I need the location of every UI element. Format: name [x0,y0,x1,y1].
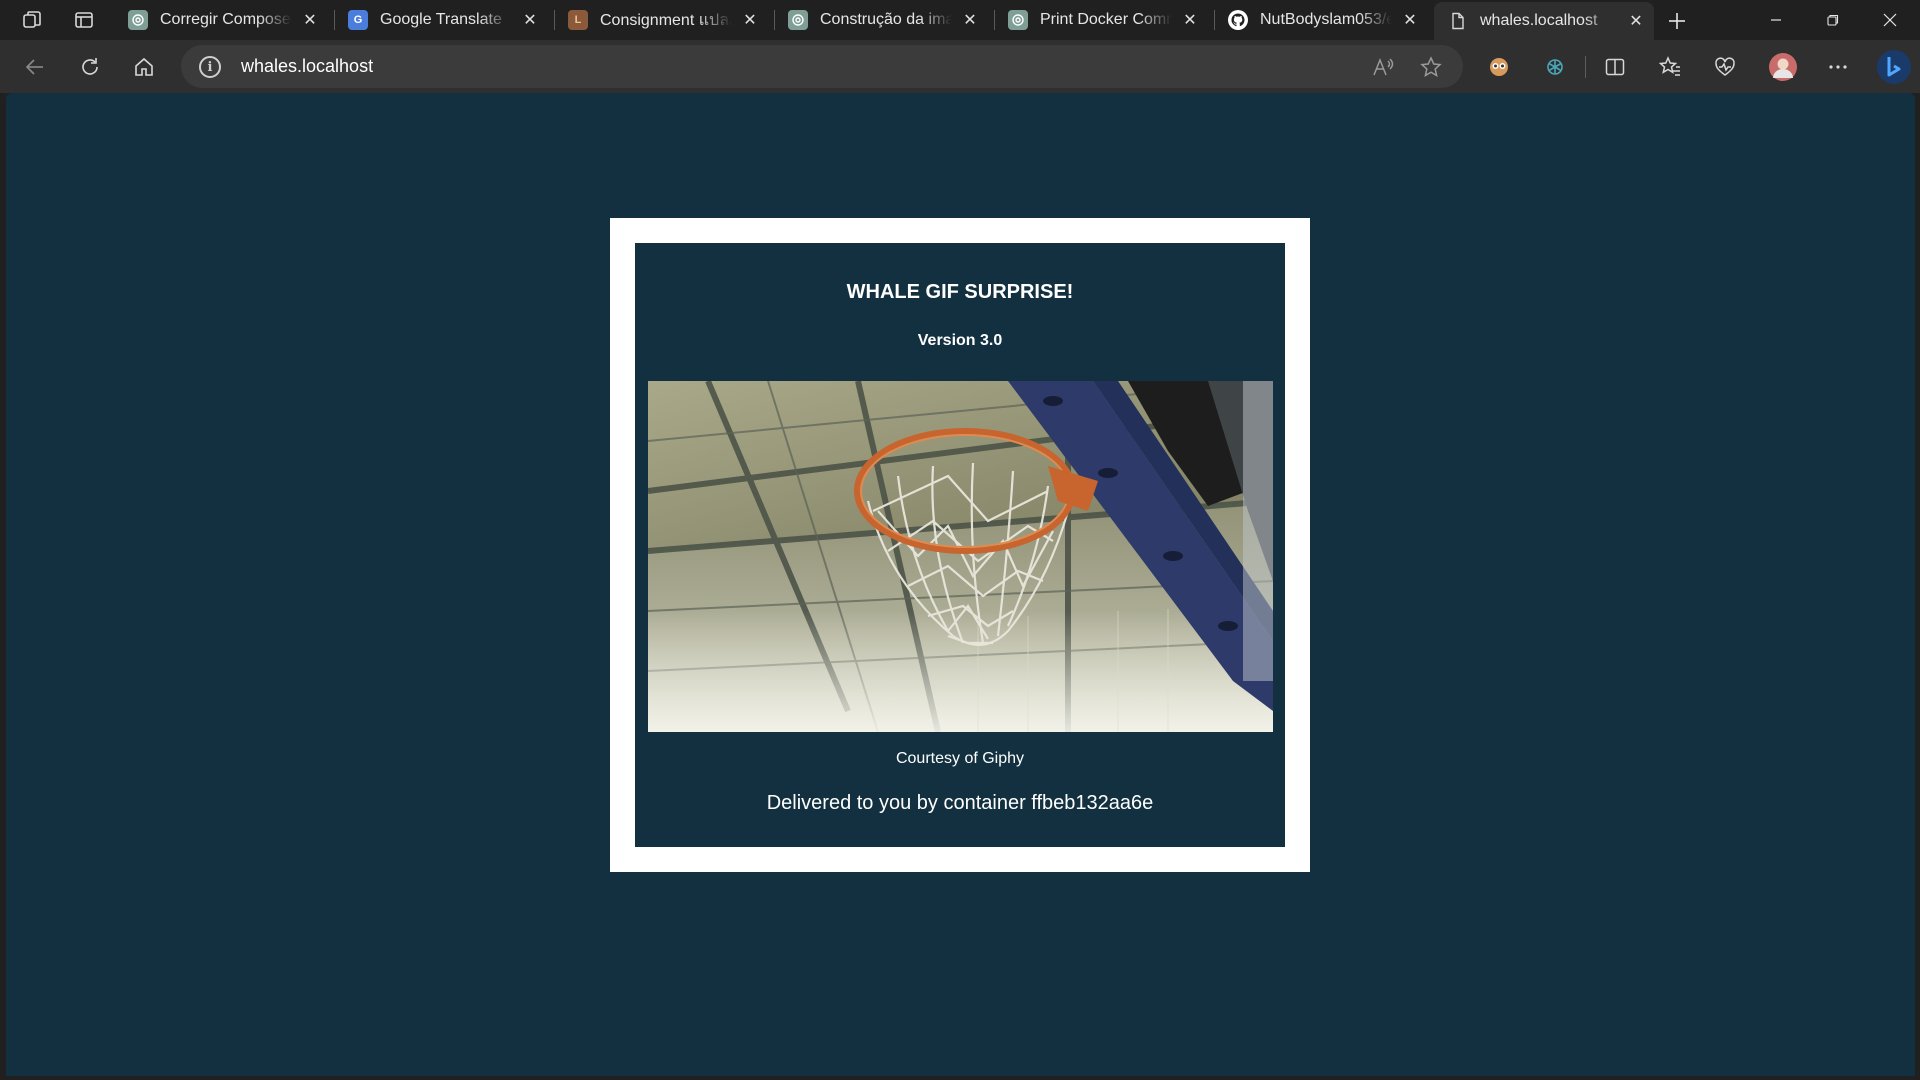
ai-extension-icon[interactable] [1539,51,1571,83]
read-aloud-icon[interactable] [1371,55,1395,79]
close-tab-icon[interactable]: ✕ [958,8,982,32]
new-tab-button[interactable] [1663,7,1691,35]
page-heading: WHALE GIF SURPRISE! [846,281,1074,303]
close-tab-icon[interactable]: ✕ [298,8,322,32]
address-url[interactable]: whales.localhost [241,56,373,77]
courtesy-text: Courtesy of Giphy [895,750,1025,767]
tab-actions-icon[interactable] [72,8,96,32]
close-tab-icon[interactable]: ✕ [738,8,762,32]
workspaces-icon[interactable] [20,8,44,32]
github-icon [1228,10,1248,30]
openai-icon [1008,10,1028,30]
google-translate-icon: G [348,10,368,30]
tab-consignment[interactable]: L Consignment แปลภาษ ✕ [554,0,768,40]
container-info-text: Delivered to you by container ffbeb132aa… [766,792,1154,814]
openai-icon [788,10,808,30]
content-panel: WHALE GIF SURPRISE! Version 3.0 Courtesy… [635,243,1285,847]
back-icon[interactable] [19,51,51,83]
refresh-icon[interactable] [74,51,106,83]
address-bar[interactable]: i whales.localhost [181,45,1463,88]
copilot-icon[interactable] [1875,48,1913,86]
toolbar-separator [1585,56,1586,78]
profile-avatar[interactable] [1767,51,1799,83]
close-tab-icon[interactable]: ✕ [518,8,542,32]
restore-button[interactable] [1805,0,1861,40]
tab-corregir-compose[interactable]: Corregir Compose de ✕ [114,0,328,40]
tab-whales-localhost[interactable]: whales.localhost ✕ [1434,2,1654,40]
tab-title: Consignment แปลภาษ [600,11,732,29]
tab-print-docker[interactable]: Print Docker Comma ✕ [994,0,1208,40]
extension-icon[interactable] [1483,51,1515,83]
tab-google-translate[interactable]: G Google Translate ✕ [334,0,548,40]
tab-construcao-imagem[interactable]: Construção da image ✕ [774,0,988,40]
close-tab-icon[interactable]: ✕ [1178,8,1202,32]
site-info-icon[interactable]: i [199,56,221,78]
page-viewport: WHALE GIF SURPRISE! Version 3.0 Courtesy… [6,93,1915,1076]
more-options-icon[interactable] [1822,51,1854,83]
content-frame: WHALE GIF SURPRISE! Version 3.0 Courtesy… [610,218,1310,872]
tab-title: Print Docker Comma [1040,11,1172,28]
browser-toolbar: i whales.localhost [0,40,1920,93]
page-icon [1448,11,1468,31]
minimize-button[interactable] [1748,0,1804,40]
favorites-icon[interactable] [1654,51,1686,83]
split-screen-icon[interactable] [1599,51,1631,83]
version-label: Version 3.0 [917,332,1003,349]
title-bar: Corregir Compose de ✕ G Google Translate… [0,0,1920,40]
close-tab-icon[interactable]: ✕ [1398,8,1422,32]
tab-title: NutBodyslam053/etc [1260,11,1392,28]
favorite-star-icon[interactable] [1419,55,1443,79]
browser-essentials-icon[interactable] [1709,51,1741,83]
tab-title: Construção da image [820,11,952,28]
close-tab-icon[interactable]: ✕ [1624,9,1648,33]
tab-github[interactable]: NutBodyslam053/etc ✕ [1214,0,1428,40]
close-window-button[interactable] [1862,0,1918,40]
tab-title: whales.localhost [1480,12,1598,29]
openai-icon [128,10,148,30]
tab-title: Google Translate [380,11,502,28]
document-icon: L [568,10,588,30]
basketball-hoop-gif [648,381,1273,732]
home-icon[interactable] [128,51,160,83]
tab-title: Corregir Compose de [160,11,292,28]
